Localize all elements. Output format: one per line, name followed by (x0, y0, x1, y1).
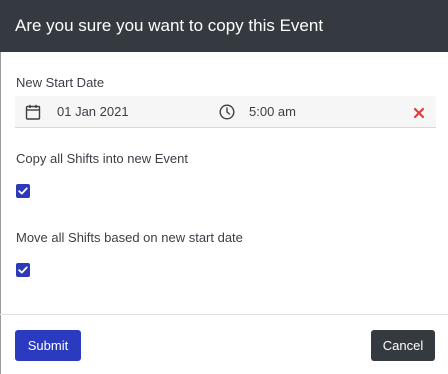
clock-icon[interactable] (219, 104, 235, 120)
start-time-value[interactable]: 5:00 am (249, 96, 296, 128)
calendar-icon[interactable] (25, 104, 41, 120)
copy-event-dialog: Are you sure you want to copy this Event… (0, 0, 448, 374)
move-shifts-label: Move all Shifts based on new start date (16, 230, 243, 245)
checkmark-icon (18, 266, 28, 274)
start-datetime-field[interactable]: 01 Jan 2021 5:00 am (15, 96, 436, 128)
copy-shifts-label: Copy all Shifts into new Event (16, 151, 188, 166)
submit-button[interactable]: Submit (15, 330, 81, 361)
dialog-header: Are you sure you want to copy this Event (0, 0, 448, 52)
start-date-label: New Start Date (16, 75, 105, 90)
checkmark-icon (18, 187, 28, 195)
footer-divider (0, 314, 448, 315)
close-icon[interactable] (413, 106, 425, 119)
dialog-left-edge (0, 52, 1, 374)
copy-shifts-checkbox[interactable] (16, 184, 30, 198)
start-date-value[interactable]: 01 Jan 2021 (57, 96, 129, 128)
dialog-title: Are you sure you want to copy this Event (15, 16, 324, 35)
move-shifts-checkbox[interactable] (16, 263, 30, 277)
cancel-button[interactable]: Cancel (371, 330, 435, 361)
